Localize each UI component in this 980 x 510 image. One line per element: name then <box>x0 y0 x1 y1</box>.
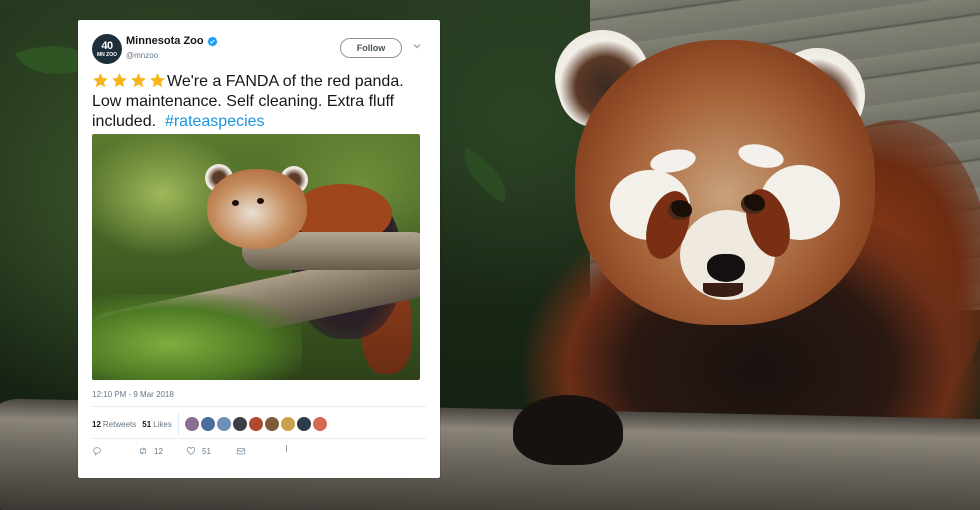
divider <box>92 406 426 407</box>
liker-avatar[interactable] <box>232 417 247 431</box>
liker-avatar[interactable] <box>312 417 327 431</box>
liker-avatar[interactable] <box>184 417 199 431</box>
retweet-count: 12 <box>154 446 163 456</box>
liker-avatar[interactable] <box>248 417 263 431</box>
panda-eye-right <box>741 194 765 214</box>
likes-label: Likes <box>153 419 172 429</box>
photo-panda-eye <box>232 200 239 206</box>
tweet-actions: 12 51 <box>92 446 246 456</box>
heart-icon <box>186 447 196 455</box>
likes-stat[interactable]: 51 Likes <box>142 420 172 429</box>
photo-leaves <box>92 294 302 380</box>
retweets-label: Retweets <box>102 419 137 429</box>
chevron-down-icon[interactable] <box>412 41 422 51</box>
panda-mouth <box>703 283 743 297</box>
photo-panda-eye <box>257 198 264 204</box>
envelope-icon <box>236 448 246 455</box>
liker-avatar[interactable] <box>296 417 311 431</box>
liker-avatar[interactable] <box>264 417 279 431</box>
avatar-text: 40 <box>101 39 113 52</box>
liker-avatar[interactable] <box>216 417 231 431</box>
account-name-row[interactable]: Minnesota Zoo <box>126 35 218 47</box>
text-cursor-icon: I <box>285 444 288 455</box>
reply-button[interactable] <box>92 446 138 456</box>
tweet-header: 40 MN ZOO Minnesota Zoo @mnzoo Follow <box>92 34 426 70</box>
avatar-subtext: MN ZOO <box>97 51 117 58</box>
panda-eye-left <box>668 200 692 220</box>
hashtag-link[interactable]: #rateaspecies <box>165 113 265 130</box>
retweet-button[interactable]: 12 <box>138 446 186 456</box>
star-emoji-icon <box>93 73 108 88</box>
liker-avatar[interactable] <box>280 417 295 431</box>
leaf <box>451 147 519 203</box>
retweets-count: 12 <box>92 419 101 429</box>
avatar[interactable]: 40 MN ZOO <box>92 34 122 64</box>
tweet-stats: 12 Retweets 51 Likes <box>92 412 327 436</box>
retweet-icon <box>140 447 146 455</box>
message-button[interactable] <box>236 446 246 456</box>
like-button[interactable]: 51 <box>186 446 236 456</box>
tweet-text: We're a FANDA of the red panda. Low main… <box>92 72 426 132</box>
panda-nose <box>707 254 745 282</box>
account-handle[interactable]: @mnzoo <box>126 51 158 60</box>
like-count: 51 <box>202 446 211 456</box>
account-name[interactable]: Minnesota Zoo <box>126 35 204 47</box>
reply-icon <box>93 447 101 456</box>
tweet-card: 40 MN ZOO Minnesota Zoo @mnzoo Follow We… <box>78 20 440 478</box>
liker-avatar[interactable] <box>200 417 215 431</box>
tweet-timestamp[interactable]: 12:10 PM - 9 Mar 2018 <box>92 390 174 399</box>
liker-avatars <box>184 417 327 431</box>
photo-panda-head <box>207 169 307 249</box>
star-emoji-icon <box>131 73 146 88</box>
divider <box>177 413 179 435</box>
verified-badge-icon <box>207 36 217 46</box>
retweets-stat[interactable]: 12 Retweets <box>92 420 136 429</box>
tweet-photo[interactable] <box>92 134 420 380</box>
panda-paw <box>513 395 623 465</box>
star-emoji-icon <box>150 73 165 88</box>
likes-count: 51 <box>142 419 152 429</box>
divider <box>92 438 426 439</box>
star-emojis <box>92 72 166 89</box>
star-emoji-icon <box>112 73 127 88</box>
follow-button[interactable]: Follow <box>340 38 402 58</box>
